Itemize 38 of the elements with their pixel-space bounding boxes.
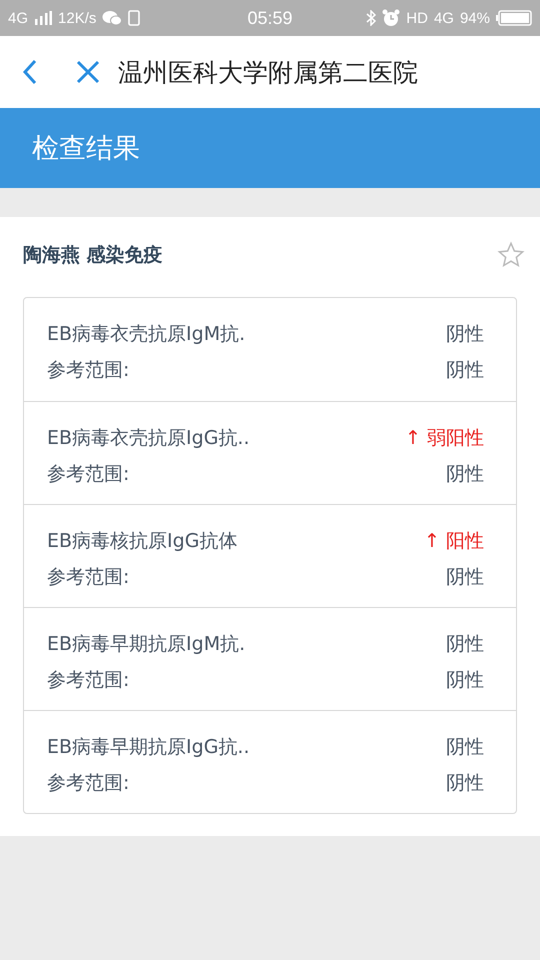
reference-label: 参考范围: (47, 668, 130, 693)
chat-icon (102, 10, 122, 26)
test-name: EB病毒早期抗原IgM抗. (47, 632, 246, 657)
reference-value: 阴性 (446, 462, 484, 487)
test-name: EB病毒早期抗原IgG抗.. (47, 735, 250, 760)
reference-value: 阴性 (446, 668, 484, 693)
clock: 05:59 (247, 8, 293, 28)
battery-percent: 94% (460, 10, 490, 26)
close-icon (76, 60, 100, 84)
bluetooth-icon (366, 10, 376, 26)
reference-value: 阴性 (446, 771, 484, 796)
network-speed: 12K/s (58, 10, 96, 26)
battery-icon (496, 10, 532, 26)
report-title: 陶海燕 感染免疫 (23, 243, 163, 268)
test-result: ↑ 弱阳性 (405, 426, 484, 451)
test-result: 阴性 (446, 322, 484, 347)
header-title: 检查结果 (32, 132, 140, 166)
test-name: EB病毒衣壳抗原IgM抗. (47, 322, 246, 347)
page-title: 温州医科大学附属第二医院 (118, 56, 418, 88)
back-icon (22, 59, 38, 85)
reference-value: 阴性 (446, 565, 484, 590)
test-name: EB病毒衣壳抗原IgG抗.. (47, 426, 250, 451)
hd-indicator: HD (406, 10, 428, 26)
phone-icon (128, 10, 140, 26)
network-type: 4G (8, 10, 28, 26)
test-name: EB病毒核抗原IgG抗体 (47, 529, 238, 554)
reference-label: 参考范围: (47, 565, 130, 590)
star-icon[interactable] (497, 241, 525, 269)
data-type: 4G (434, 10, 454, 26)
test-result: ↑ 阳性 (424, 529, 484, 554)
reference-label: 参考范围: (47, 462, 130, 487)
reference-label: 参考范围: (47, 358, 130, 383)
signal-icon (34, 11, 52, 25)
reference-label: 参考范围: (47, 771, 130, 796)
reference-value: 阴性 (446, 358, 484, 383)
test-result: 阴性 (446, 632, 484, 657)
alarm-icon (382, 9, 400, 27)
test-result: 阴性 (446, 735, 484, 760)
